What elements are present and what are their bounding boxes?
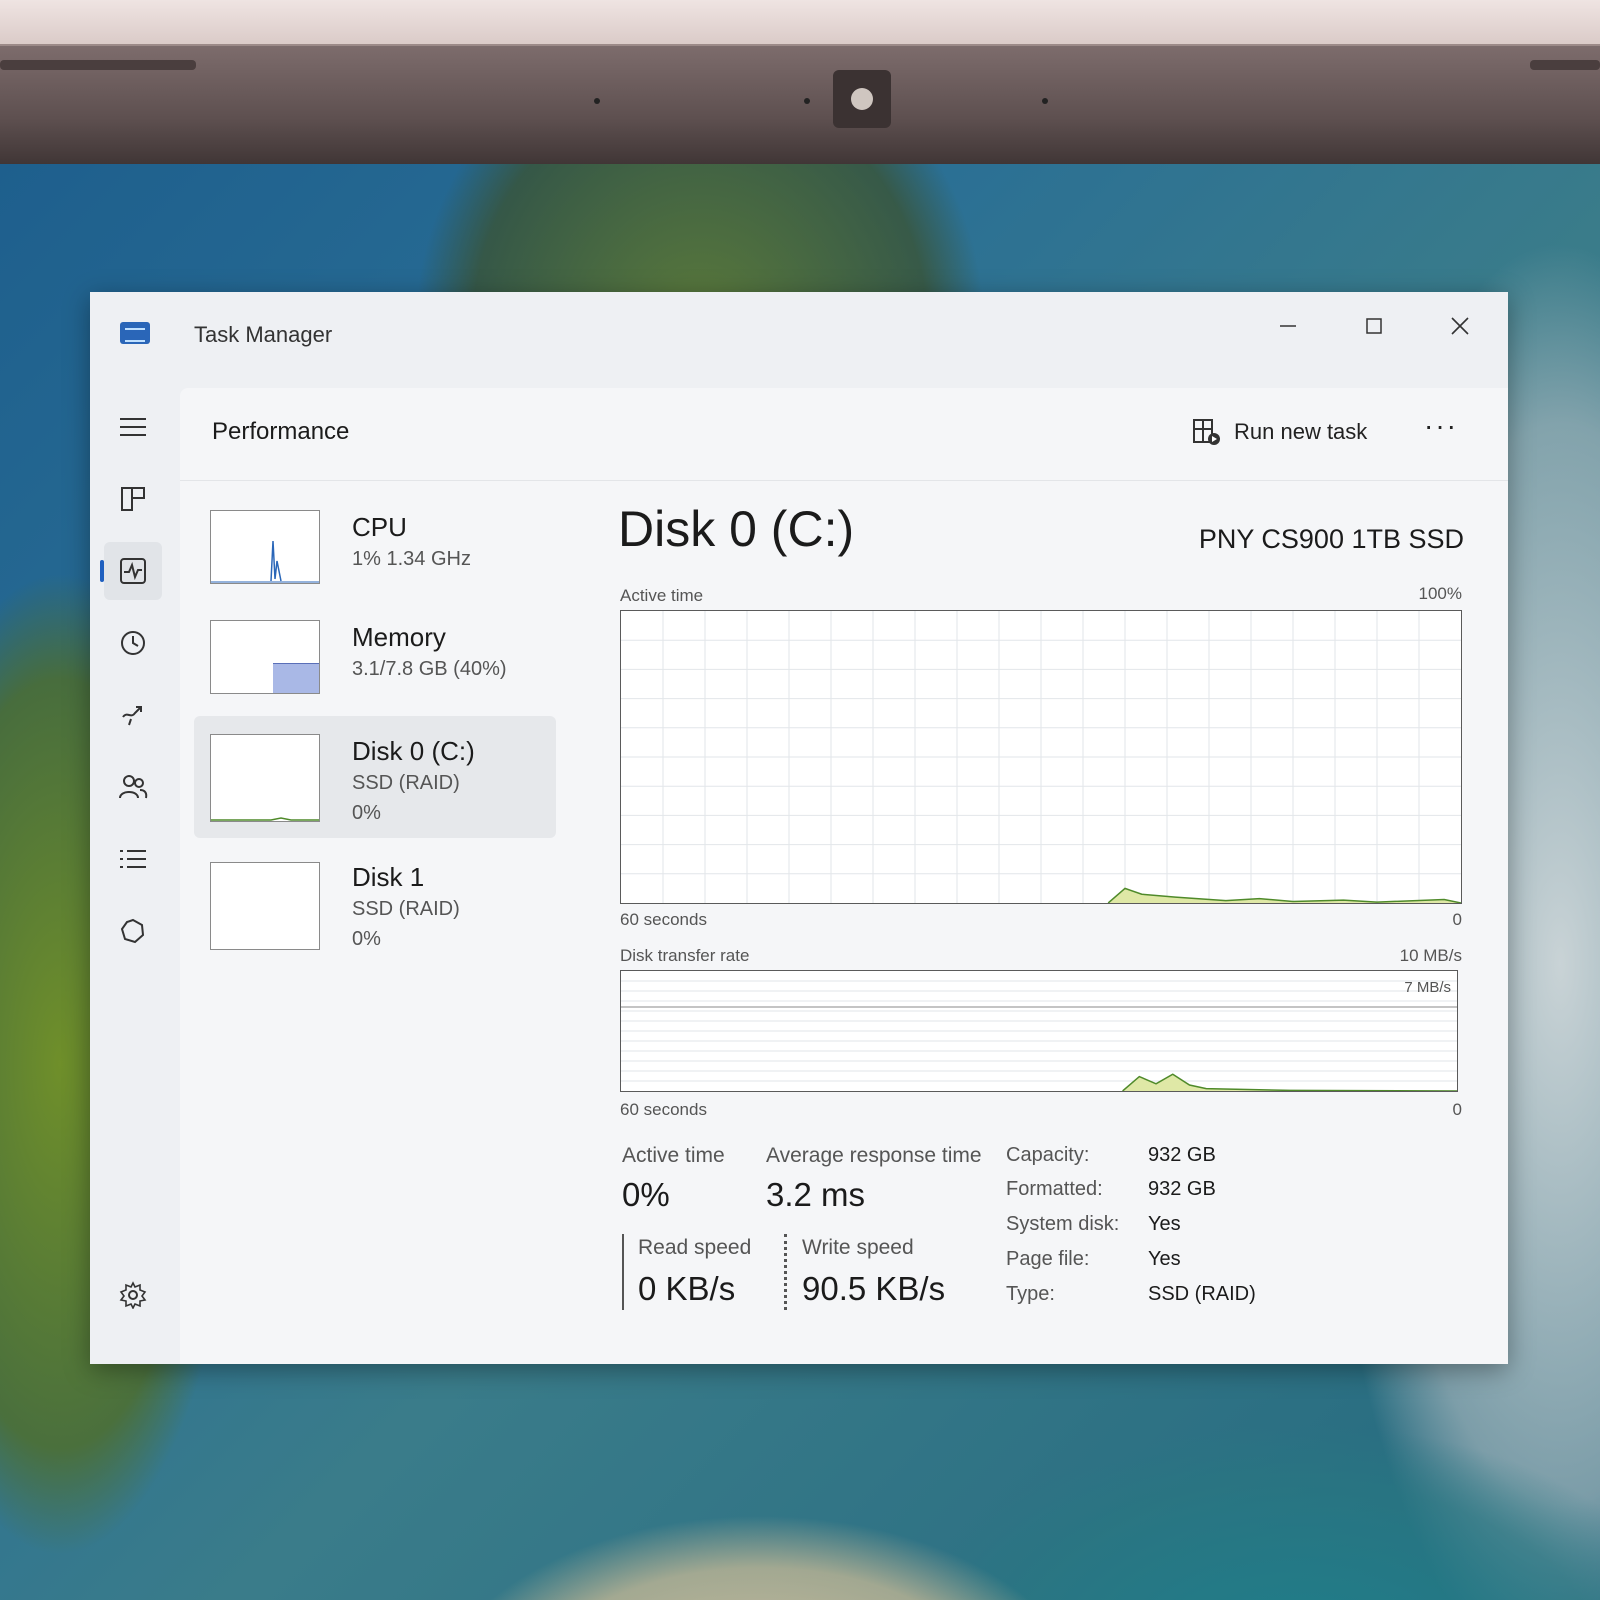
hamburger-icon [120, 418, 146, 436]
webcam [833, 70, 891, 128]
transfer-graph-x-left: 60 seconds [620, 1100, 707, 1119]
performance-icon [120, 558, 146, 584]
disk-title: Disk 0 (C:) [618, 501, 855, 557]
prop-system-disk-label: System disk: [1006, 1213, 1120, 1235]
nav-startup-apps[interactable] [104, 686, 162, 744]
laptop-bezel [0, 44, 1600, 166]
nav-app-history[interactable] [104, 614, 162, 672]
prop-page-file-label: Page file: [1006, 1248, 1090, 1270]
close-button[interactable] [1430, 306, 1490, 346]
disk1-thumbnail-graph [210, 862, 320, 950]
device-usage: 0% [352, 802, 381, 824]
active-time-value: 0% [622, 1176, 670, 1213]
window-title: Task Manager [194, 322, 333, 347]
performance-page: Performance Run new task ··· CPU 1% 1.34… [180, 388, 1508, 1364]
nav-users[interactable] [104, 758, 162, 816]
memory-usage-fill [273, 663, 319, 693]
minimize-icon [1280, 325, 1296, 327]
device-detail: 3.1/7.8 GB (40%) [352, 658, 507, 680]
device-name: Disk 1 [352, 862, 425, 892]
details-icon [120, 850, 146, 868]
nav-menu-button[interactable] [104, 398, 162, 456]
nav-settings[interactable] [104, 1266, 162, 1324]
bezel-sensor [594, 98, 600, 104]
transfer-graph-max: 10 MB/s [1399, 946, 1462, 965]
device-name: Disk 0 (C:) [352, 736, 475, 766]
avg-response-value: 3.2 ms [766, 1176, 866, 1213]
active-time-graph-label: Active time [620, 586, 704, 605]
bezel-sensor [804, 98, 810, 104]
read-speed-legend-bar [622, 1234, 624, 1310]
nav-performance[interactable] [100, 542, 162, 600]
device-detail: SSD (RAID) [352, 772, 460, 794]
nav-details[interactable] [104, 830, 162, 888]
page-header: Performance Run new task ··· [180, 388, 1508, 481]
processes-icon [121, 487, 145, 511]
active-time-graph [620, 610, 1462, 904]
device-detail: SSD (RAID) [352, 898, 460, 920]
graph-area [1122, 1074, 1457, 1091]
transfer-graph-label: Disk transfer rate [620, 946, 750, 965]
task-manager-window: Task Manager Performance Run new task ··… [90, 292, 1508, 1364]
active-time-label: Active time [622, 1144, 725, 1167]
services-icon [120, 918, 145, 944]
task-manager-app-icon [120, 322, 150, 344]
transfer-graph-marker: 7 MB/s [1404, 979, 1451, 996]
app-history-icon [121, 631, 145, 655]
write-speed-value: 90.5 KB/s [802, 1270, 946, 1307]
sidebar-nav [90, 388, 186, 1364]
read-speed-label: Read speed [638, 1236, 752, 1259]
prop-formatted-label: Formatted: [1006, 1178, 1103, 1200]
minimize-button[interactable] [1258, 306, 1318, 346]
prop-type-label: Type: [1006, 1283, 1055, 1305]
cpu-thumbnail-graph [210, 510, 320, 584]
device-usage: 0% [352, 928, 381, 950]
users-icon [119, 775, 148, 799]
device-cpu[interactable]: CPU 1% 1.34 GHz [194, 498, 556, 598]
prop-system-disk-value: Yes [1148, 1213, 1181, 1235]
transfer-graph-x-right: 0 [1452, 1100, 1462, 1119]
nav-processes[interactable] [104, 470, 162, 528]
active-time-graph-x-right: 0 [1452, 910, 1462, 929]
prop-page-file-value: Yes [1148, 1248, 1181, 1270]
run-new-task-button[interactable]: Run new task [1192, 412, 1367, 452]
prop-type-value: SSD (RAID) [1148, 1283, 1256, 1305]
startup-apps-icon [122, 706, 142, 726]
page-title: Performance [212, 418, 350, 445]
title-bar[interactable]: Task Manager [90, 292, 1508, 388]
device-disk-1[interactable]: Disk 1 SSD (RAID) 0% [194, 848, 556, 958]
transfer-rate-graph: 7 MB/s [620, 970, 1458, 1092]
memory-thumbnail-graph [210, 620, 320, 694]
device-detail: 1% 1.34 GHz [352, 548, 471, 570]
prop-capacity-value: 932 GB [1148, 1144, 1216, 1166]
more-options-button[interactable]: ··· [1424, 410, 1458, 442]
maximize-button[interactable] [1344, 306, 1404, 346]
maximize-icon [1366, 318, 1382, 334]
device-memory[interactable]: Memory 3.1/7.8 GB (40%) [194, 608, 556, 708]
read-speed-value: 0 KB/s [638, 1270, 736, 1307]
disk-model: PNY CS900 1TB SSD [1198, 524, 1464, 554]
bezel-slot-right [1530, 60, 1600, 70]
settings-icon [119, 1281, 147, 1309]
bezel-slot-left [0, 60, 196, 70]
device-name: CPU [352, 512, 407, 542]
write-speed-label: Write speed [802, 1236, 914, 1259]
run-new-task-label: Run new task [1234, 419, 1368, 444]
run-task-icon [1193, 419, 1220, 445]
avg-response-label: Average response time [766, 1144, 982, 1167]
prop-capacity-label: Capacity: [1006, 1144, 1090, 1166]
device-name: Memory [352, 622, 446, 652]
write-speed-legend-bar [784, 1234, 787, 1310]
active-time-graph-x-left: 60 seconds [620, 910, 707, 929]
nav-services[interactable] [104, 902, 162, 960]
prop-formatted-value: 932 GB [1148, 1178, 1216, 1200]
device-disk-0[interactable]: Disk 0 (C:) SSD (RAID) 0% [194, 716, 556, 838]
close-icon [1451, 317, 1469, 335]
active-time-graph-max: 100% [1418, 584, 1462, 603]
bezel-sensor [1042, 98, 1048, 104]
disk0-thumbnail-graph [210, 734, 320, 822]
bezel-top [0, 0, 1600, 48]
